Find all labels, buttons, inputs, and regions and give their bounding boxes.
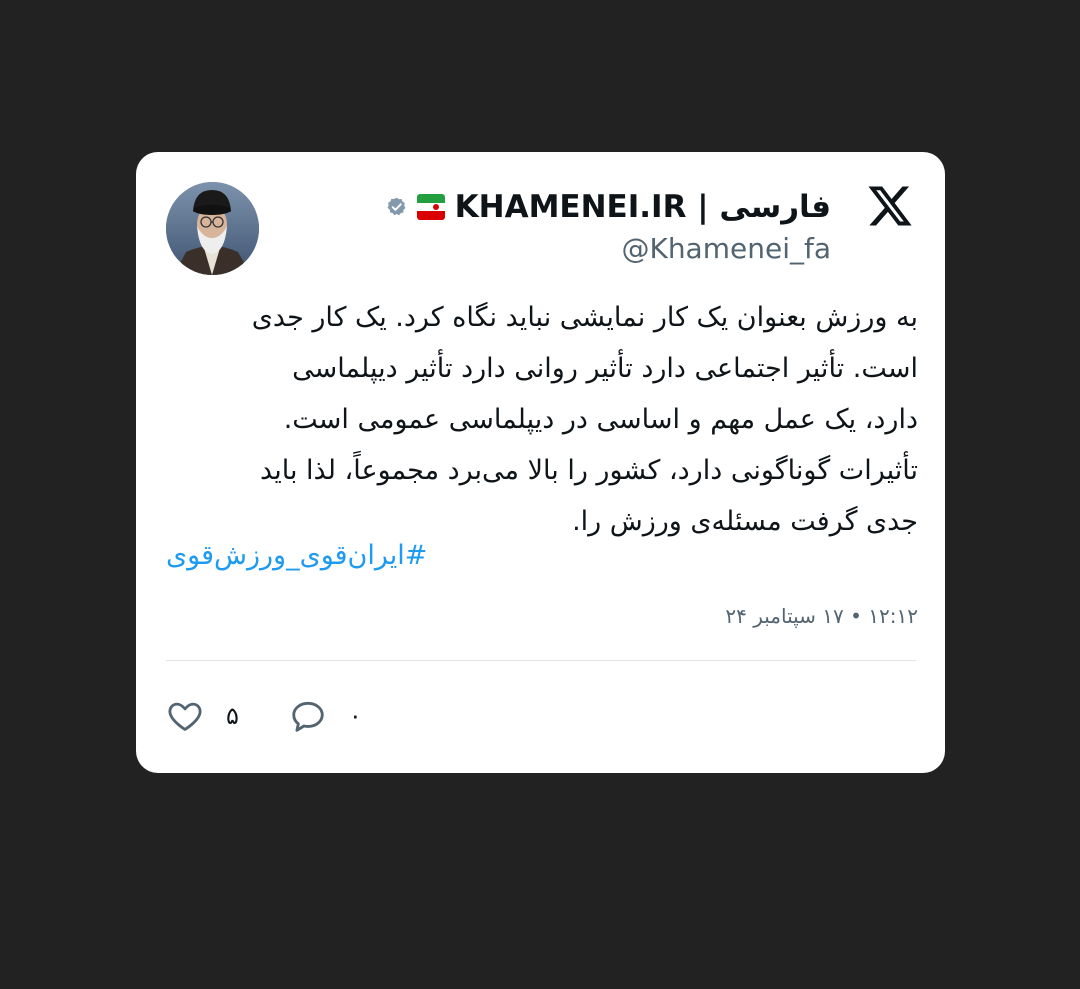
tweet-body: به ورزش بعنوان یک کار نمایشی نباید نگاه …: [251, 302, 918, 537]
avatar-portrait-icon: [166, 182, 259, 275]
tweet-card[interactable]: KHAMENEI.IR | فارسی @Khamenei_fa به ورزش…: [136, 152, 945, 773]
heart-icon: [168, 702, 202, 731]
avatar[interactable]: [166, 182, 259, 275]
reply-button[interactable]: ۰: [289, 697, 362, 735]
iran-flag-icon: [417, 194, 445, 220]
hashtag-text[interactable]: #ایران‌قوی_ورزش‌قوی: [166, 540, 427, 571]
user-handle[interactable]: @Khamenei_fa: [386, 232, 831, 265]
like-button[interactable]: ۵: [166, 697, 239, 735]
name-row: KHAMENEI.IR | فارسی: [386, 184, 831, 230]
hashtag-link[interactable]: #ایران‌قوی_ورزش‌قوی: [166, 540, 918, 571]
divider: [166, 660, 916, 661]
tweet-timestamp[interactable]: ۱۲:۱۲ • ۱۷ سپتامبر ۲۴: [166, 604, 918, 628]
tweet-actions: ۵ ۰: [166, 696, 412, 736]
replies-count: ۰: [348, 702, 362, 730]
x-logo-icon[interactable]: [866, 182, 914, 230]
verified-badge-icon: [387, 197, 406, 216]
display-name[interactable]: KHAMENEI.IR | فارسی: [455, 189, 831, 225]
reply-bubble-icon: [292, 701, 324, 732]
likes-count: ۵: [226, 702, 239, 730]
author-identity: KHAMENEI.IR | فارسی @Khamenei_fa: [386, 184, 831, 265]
